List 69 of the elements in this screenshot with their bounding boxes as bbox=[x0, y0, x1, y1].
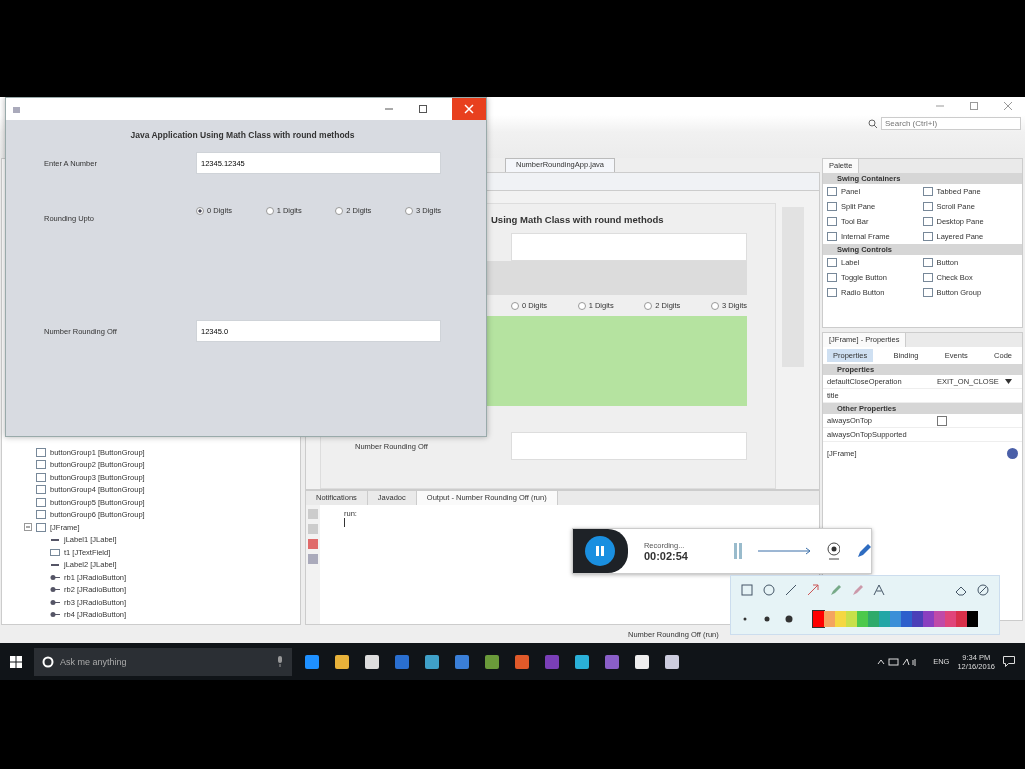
large-dot-icon[interactable] bbox=[785, 614, 793, 623]
close-icon bbox=[464, 104, 474, 114]
color-swatch[interactable] bbox=[912, 610, 923, 627]
taskbar-app-icon[interactable] bbox=[634, 653, 650, 670]
circle-icon bbox=[42, 655, 54, 668]
text-tool-icon[interactable] bbox=[873, 583, 885, 596]
notification-icon[interactable] bbox=[1003, 656, 1015, 667]
pause-button[interactable] bbox=[585, 536, 616, 566]
component-icon bbox=[922, 232, 933, 241]
pen-icon[interactable] bbox=[856, 543, 871, 559]
color-swatch[interactable] bbox=[835, 610, 846, 627]
component-icon bbox=[922, 258, 933, 267]
marker-tool-icon[interactable] bbox=[829, 583, 841, 596]
radio-icon bbox=[50, 585, 60, 595]
color-swatch[interactable] bbox=[923, 610, 934, 627]
arrow-tool-icon[interactable] bbox=[807, 583, 819, 596]
microphone-icon[interactable] bbox=[276, 656, 284, 667]
recording-timer: 00:02:54 bbox=[643, 549, 689, 562]
color-swatch[interactable] bbox=[945, 610, 956, 627]
component-icon bbox=[922, 288, 933, 297]
close-icon[interactable] bbox=[1003, 101, 1013, 111]
color-swatch[interactable] bbox=[846, 610, 857, 627]
taskbar-app-icon[interactable] bbox=[424, 653, 440, 670]
text-field[interactable] bbox=[511, 432, 747, 460]
color-swatch[interactable] bbox=[824, 610, 835, 627]
help-icon[interactable] bbox=[1007, 448, 1018, 459]
java-cup-icon bbox=[12, 104, 22, 114]
text-field-icon bbox=[50, 547, 60, 557]
ellipse-tool-icon[interactable] bbox=[763, 583, 775, 596]
radio-icon bbox=[50, 572, 60, 582]
taskbar-app-icon[interactable] bbox=[334, 653, 350, 670]
tree-toggle-icon[interactable] bbox=[24, 523, 32, 532]
color-swatch[interactable] bbox=[879, 610, 890, 627]
search-field[interactable]: Search (Ctrl+I) bbox=[881, 117, 1021, 130]
color-swatch[interactable] bbox=[868, 610, 879, 627]
taskbar-search-box[interactable]: Ask me anything bbox=[34, 647, 292, 676]
taskbar-app-icon[interactable] bbox=[304, 653, 320, 670]
pause-icon bbox=[596, 546, 605, 556]
color-swatch[interactable] bbox=[890, 610, 901, 627]
radio-icon bbox=[50, 610, 60, 620]
text-field[interactable] bbox=[511, 233, 747, 261]
maximize-icon[interactable] bbox=[418, 104, 428, 114]
taskbar-app-icon[interactable] bbox=[574, 653, 590, 670]
arrow-icon bbox=[758, 547, 810, 555]
component-icon bbox=[922, 187, 933, 196]
windows-start-icon[interactable] bbox=[10, 655, 22, 668]
color-swatch[interactable] bbox=[934, 610, 945, 627]
taskbar-app-icon[interactable] bbox=[364, 653, 380, 670]
taskbar-app-icon[interactable] bbox=[664, 653, 680, 670]
checkbox[interactable] bbox=[937, 415, 947, 426]
webcam-icon[interactable] bbox=[825, 542, 841, 560]
medium-dot-icon[interactable] bbox=[763, 614, 771, 623]
radio-icon bbox=[50, 597, 60, 607]
rectangle-tool-icon[interactable] bbox=[741, 583, 753, 596]
color-swatch[interactable] bbox=[901, 610, 912, 627]
search-icon bbox=[868, 118, 878, 129]
color-swatch[interactable] bbox=[956, 610, 967, 627]
line-tool-icon[interactable] bbox=[785, 583, 797, 596]
close-button[interactable] bbox=[452, 98, 486, 120]
app-heading: Java Application Using Math Class with round methods bbox=[129, 129, 356, 142]
color-swatch[interactable] bbox=[857, 610, 868, 627]
color-swatch[interactable] bbox=[967, 610, 978, 627]
component-icon bbox=[922, 217, 933, 226]
component-icon bbox=[922, 202, 933, 211]
clear-icon[interactable] bbox=[977, 583, 989, 596]
component-icon bbox=[922, 273, 933, 282]
color-swatch[interactable] bbox=[813, 610, 824, 627]
caret-icon bbox=[1004, 379, 1012, 384]
form-heading: Using Math Class with round methods bbox=[491, 214, 664, 225]
